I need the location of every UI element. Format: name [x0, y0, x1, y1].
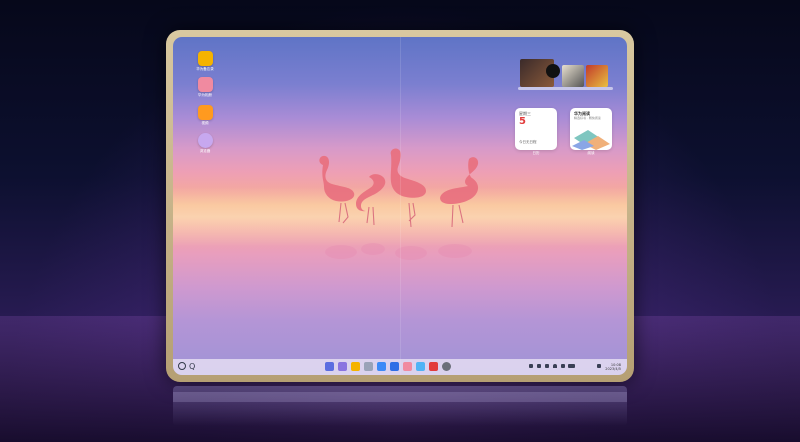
reading-subtitle: 精选好书 · 畅快阅读 [574, 116, 601, 120]
fold-hinge-line [400, 37, 401, 375]
desktop-icon-label: 浏览器 [199, 149, 211, 153]
album-cover[interactable] [562, 65, 584, 87]
flamingo-3 [390, 148, 426, 198]
ime-icon[interactable] [545, 364, 549, 368]
messages-icon[interactable] [338, 362, 347, 371]
desktop-icon-label: 华为相册 [198, 93, 212, 97]
wifi-icon[interactable] [553, 364, 557, 368]
menu-icon[interactable] [325, 362, 334, 371]
foldable-tablet-frame: 华为备忘录 华为相册 视频 浏览器 星期三 5 今日无日程 日历 华为阅读 精选… [166, 30, 634, 382]
marketing-scene: 华为备忘录 华为相册 视频 浏览器 星期三 5 今日无日程 日历 华为阅读 精选… [0, 0, 800, 442]
system-tray: 10:08 2023/4/5 [523, 362, 623, 372]
desktop-icon-memo[interactable]: 华为备忘录 [185, 51, 225, 72]
desktop-icon-browser[interactable]: 浏览器 [185, 133, 225, 154]
volume-icon[interactable] [561, 364, 565, 368]
gallery-icon [197, 77, 213, 92]
vinyl-record-icon [546, 64, 560, 78]
store-icon[interactable] [429, 362, 438, 371]
taskbar: Q 10:08 2023/4/5 [173, 359, 627, 375]
calendar-note: 今日无日程 [519, 140, 537, 144]
desktop-icon-label: 视频 [201, 121, 209, 125]
book-covers-icon [572, 130, 610, 150]
clock[interactable]: 10:08 2023/4/5 [605, 363, 621, 371]
battery-icon[interactable] [568, 364, 575, 368]
browser-icon[interactable] [377, 362, 386, 371]
device-reflection [173, 386, 627, 426]
music-widget[interactable] [518, 58, 613, 90]
calendar-day-number: 5 [519, 116, 526, 127]
mail-icon[interactable] [390, 362, 399, 371]
gallery-icon[interactable] [403, 362, 412, 371]
desktop-icon-label: 华为备忘录 [196, 67, 214, 71]
music-shelf [518, 87, 613, 90]
browser-icon [197, 133, 213, 148]
reading-widget-caption: 阅读 [587, 151, 595, 155]
calendar-widget[interactable]: 星期三 5 今日无日程 [515, 108, 557, 150]
album-cover[interactable] [586, 65, 608, 87]
notes-icon[interactable] [351, 362, 360, 371]
start-button[interactable] [178, 362, 186, 370]
desktop-screen: 华为备忘录 华为相册 视频 浏览器 星期三 5 今日无日程 日历 华为阅读 精选… [173, 37, 627, 375]
taskbar-reflection [173, 392, 627, 402]
desktop-icon-video[interactable]: 视频 [185, 105, 225, 126]
desktop-icon-gallery[interactable]: 华为相册 [185, 77, 225, 98]
clock-date: 2023/4/5 [605, 367, 621, 371]
weather-icon[interactable] [416, 362, 425, 371]
flamingo-4 [440, 157, 479, 204]
search-icon[interactable]: Q [189, 361, 195, 373]
files-icon[interactable] [364, 362, 373, 371]
keyboard-icon[interactable] [537, 364, 541, 368]
calendar-widget-caption: 日历 [532, 151, 540, 155]
video-icon [197, 105, 213, 120]
memo-icon [197, 51, 213, 66]
notification-icon[interactable] [597, 364, 601, 368]
chevron-up-icon[interactable] [529, 364, 533, 368]
reading-widget[interactable]: 华为阅读 精选好书 · 畅快阅读 [570, 108, 612, 150]
settings-icon[interactable] [442, 362, 451, 371]
